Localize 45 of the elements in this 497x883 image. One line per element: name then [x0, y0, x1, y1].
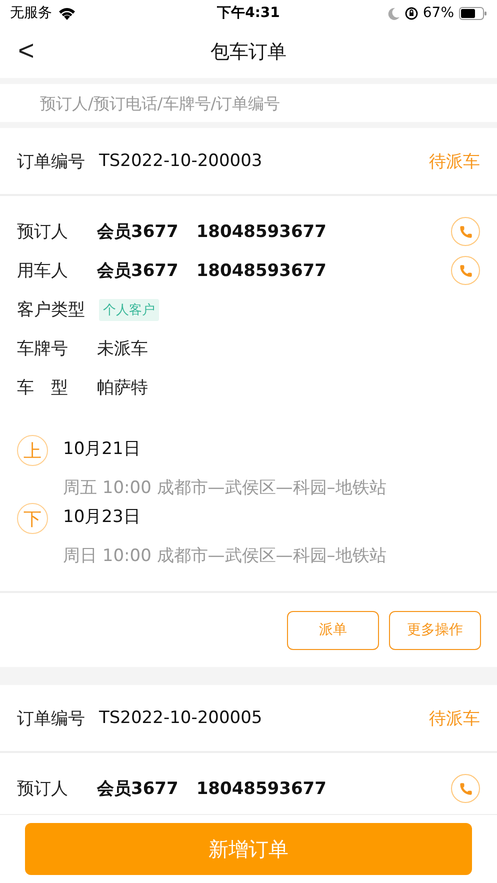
- phone-number: 18048593677: [196, 778, 326, 798]
- call-button[interactable]: [451, 774, 480, 803]
- call-button[interactable]: [451, 217, 480, 246]
- field-label: 车 型: [17, 377, 69, 399]
- new-order-button[interactable]: 新增订单: [25, 823, 472, 875]
- action-button[interactable]: 更多操作: [389, 610, 481, 650]
- field-label: 客户类型: [17, 299, 85, 321]
- rotation-lock-icon: [404, 6, 418, 20]
- field-value: 未派车: [97, 338, 148, 360]
- trip-date: 10月23日: [63, 506, 142, 528]
- action-button[interactable]: 派单: [287, 610, 379, 650]
- field-label: 用车人: [17, 260, 69, 282]
- field-label: 车牌号: [17, 338, 69, 360]
- page-title: 包车订单: [210, 40, 286, 65]
- field-label: 预订人: [17, 778, 69, 800]
- order-status: 待派车: [429, 708, 480, 730]
- moon-icon: [388, 6, 400, 20]
- trip-marker: 下: [17, 503, 48, 534]
- customer-type-tag: 个人客户: [99, 298, 159, 320]
- phone-number: 18048593677: [196, 260, 326, 280]
- order-number-label: 订单编号: [17, 708, 85, 730]
- phone-icon: [458, 264, 472, 278]
- order-status: 待派车: [429, 150, 480, 172]
- clock-time: 下午4:31: [217, 4, 280, 22]
- phone-icon: [458, 782, 472, 796]
- field-label: 预订人: [17, 221, 69, 243]
- battery-percent: 67%: [422, 5, 454, 21]
- contact-name: 会员3677: [97, 260, 178, 282]
- field-value: 帕萨特: [97, 377, 148, 399]
- carrier-text: 无服务: [10, 4, 52, 22]
- wifi-icon: [58, 6, 76, 20]
- trip-detail: 周五 10:00 成都市—武侯区—科园–地铁站: [63, 477, 388, 499]
- order-number: TS2022-10-200005: [99, 708, 264, 728]
- contact-name: 会员3677: [97, 221, 178, 243]
- back-button[interactable]: <: [14, 36, 38, 66]
- phone-number: 18048593677: [196, 222, 326, 242]
- contact-name: 会员3677: [97, 778, 178, 800]
- battery-icon: [459, 6, 488, 20]
- order-number: TS2022-10-200003: [99, 151, 264, 171]
- call-button[interactable]: [451, 256, 480, 285]
- order-number-label: 订单编号: [17, 150, 85, 172]
- trip-marker: 上: [17, 435, 48, 466]
- trip-detail: 周日 10:00 成都市—武侯区—科园–地铁站: [63, 545, 388, 567]
- phone-icon: [458, 224, 472, 238]
- trip-date: 10月21日: [63, 438, 142, 460]
